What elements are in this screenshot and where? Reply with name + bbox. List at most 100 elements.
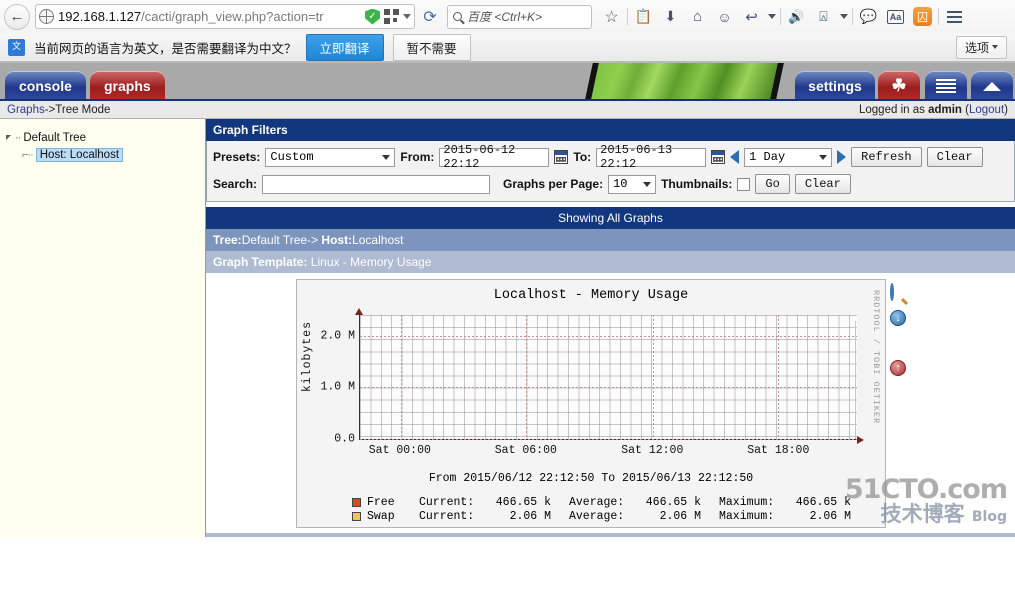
shield-check-icon[interactable]: [365, 8, 380, 25]
legend-current-label-swap: Current:: [419, 509, 475, 523]
comment-icon[interactable]: 💬: [855, 4, 882, 30]
to-date-input[interactable]: 2015-06-13 22:12: [596, 143, 707, 171]
go-button[interactable]: Go: [755, 174, 790, 194]
refresh-button[interactable]: Refresh: [851, 147, 922, 167]
expand-triangle-icon[interactable]: [6, 135, 11, 140]
legend-average-swap: 2.06 M: [659, 509, 701, 523]
export-csv-icon[interactable]: ↓: [890, 310, 908, 328]
legend-maximum-swap: 2.06 M: [809, 509, 851, 523]
cacti-logo-banner: [591, 63, 784, 99]
graph-filters-title: Graph Filters: [206, 119, 1015, 141]
screenshot-crop-icon[interactable]: ⍓: [810, 4, 837, 30]
url-dropdown-chevron-icon[interactable]: [403, 14, 411, 19]
menu-hamburger-icon[interactable]: [941, 4, 968, 30]
graphs-per-page-label: Graphs per Page:: [503, 177, 604, 191]
from-calendar-icon[interactable]: [554, 150, 569, 164]
tree-node-host-localhost[interactable]: ⌐·· Host: Localhost: [6, 146, 205, 163]
to-calendar-icon[interactable]: [711, 150, 726, 164]
undo-dropdown-chevron-icon[interactable]: [765, 4, 778, 30]
settings-button[interactable]: settings: [795, 71, 875, 99]
bookmark-star-icon[interactable]: ☆: [598, 4, 625, 30]
breadcrumb-current: Tree Mode: [55, 103, 111, 116]
legend-maximum-label-free: Maximum:: [719, 495, 775, 509]
search-box[interactable]: 百度 <Ctrl+K>: [447, 4, 592, 29]
graph-filters-box: Presets: Custom From: 2015-06-12 22:12 T…: [206, 141, 1015, 202]
logout-link[interactable]: Logout: [969, 104, 1004, 116]
tab-graphs-label: graphs: [104, 78, 151, 94]
legend-swatch-free: [352, 497, 361, 507]
from-date-input[interactable]: 2015-06-12 22:12: [439, 143, 550, 171]
y-tick-0: 0.0: [334, 432, 355, 446]
browser-navigation-toolbar: ← 192.168.1.127/cacti/graph_view.php?act…: [0, 0, 1015, 33]
gridline-major-x4: [778, 315, 780, 439]
tree-mode-button[interactable]: ☘: [878, 71, 920, 99]
presets-select[interactable]: Custom: [265, 147, 396, 167]
undo-arrow-icon[interactable]: ↩: [738, 4, 765, 30]
download-arrow-icon[interactable]: ⬇: [657, 4, 684, 30]
tree-sidebar: ·· Default Tree ⌐·· Host: Localhost: [0, 119, 206, 537]
tree-node-default-tree[interactable]: ·· Default Tree: [6, 129, 205, 146]
clear-filters-button[interactable]: Clear: [794, 174, 851, 194]
graph-settings-wrench-icon[interactable]: [890, 335, 908, 353]
translate-now-button[interactable]: 立即翻译: [305, 33, 384, 61]
timespan-select[interactable]: 1 Day: [744, 147, 833, 167]
screenshot-dropdown-chevron-icon[interactable]: [837, 4, 850, 30]
filters-row-1: Presets: Custom From: 2015-06-12 22:12 T…: [213, 143, 1008, 171]
clear-button[interactable]: Clear: [926, 147, 983, 167]
breadcrumb-graphs-link[interactable]: Graphs: [7, 104, 45, 116]
list-view-icon: [936, 79, 956, 93]
legend-average-free: 466.65 k: [645, 495, 701, 509]
chevron-down-icon: [992, 45, 998, 49]
zoom-graph-icon[interactable]: [890, 283, 908, 303]
gridline-major-x3: [652, 315, 654, 439]
previous-period-arrow-icon[interactable]: [730, 150, 740, 164]
reload-button[interactable]: ⟳: [419, 6, 441, 28]
search-input[interactable]: [262, 174, 491, 194]
next-period-arrow-icon[interactable]: [837, 150, 847, 164]
legend-row-free: Free Current: 466.65 k Average: 466.65 k…: [352, 495, 885, 509]
chat-bubble-icon[interactable]: ☺: [711, 4, 738, 30]
x-tick-4: Sat 18:00: [747, 444, 810, 457]
clipboard-icon[interactable]: 📋: [630, 4, 657, 30]
translate-message: 当前网页的语言为英文，是否需要翻译为中文？: [34, 40, 297, 56]
graph-plot-area: kilobytes 2.0 M 1.0 M 0.0 Sat 00:00 Sat …: [297, 308, 885, 457]
translate-notification-bar: 文 当前网页的语言为英文，是否需要翻译为中文？ 立即翻译 暂不需要 选项: [0, 33, 1015, 62]
tree-prefix: Tree:: [213, 233, 242, 247]
x-axis-arrow-icon: [857, 436, 864, 444]
main-panel: Graph Filters Presets: Custom From: 2015…: [206, 119, 1015, 537]
search-icon: [453, 12, 462, 21]
x-tick-2: Sat 06:00: [494, 444, 557, 457]
translate-options-button[interactable]: 选项: [955, 35, 1007, 59]
globe-icon: [38, 8, 54, 24]
graphs-per-page-value: 10: [613, 177, 628, 191]
tree-node-default-tree-label: Default Tree: [23, 131, 86, 144]
search-label: Search:: [213, 177, 258, 191]
from-label: From:: [400, 150, 435, 164]
font-size-icon[interactable]: Aa: [882, 4, 909, 30]
gridline-major-0: 0.0: [334, 433, 857, 446]
y-axis-arrow-icon: [355, 308, 363, 315]
page-content: ·· Default Tree ⌐·· Host: Localhost Grap…: [0, 119, 1015, 537]
graph-page-top-icon[interactable]: ↑: [890, 360, 908, 378]
x-tick-1: Sat 00:00: [368, 444, 431, 457]
list-view-button[interactable]: [925, 71, 967, 99]
graph-legend: Free Current: 466.65 k Average: 466.65 k…: [352, 495, 885, 523]
preview-mode-button[interactable]: [971, 71, 1013, 99]
tree-connector-icon: ··: [15, 131, 21, 144]
graph-image-memory-usage[interactable]: RRDTOOL / TOBI OETIKER Localhost - Memor…: [296, 279, 886, 528]
tab-graphs[interactable]: graphs: [90, 71, 165, 99]
tab-console[interactable]: console: [5, 71, 86, 99]
qr-code-icon[interactable]: [384, 9, 399, 24]
thumbnails-checkbox[interactable]: [737, 177, 751, 191]
url-bar[interactable]: 192.168.1.127/cacti/graph_view.php?actio…: [35, 4, 415, 29]
graph-template-band-1: Graph Template: Linux - Memory Usage: [206, 251, 1015, 273]
gridline-major-x1: [400, 315, 402, 439]
translate-icon: 文: [8, 38, 25, 56]
volume-icon[interactable]: 🔊: [783, 4, 810, 30]
legend-swatch-swap: [352, 511, 361, 521]
home-icon[interactable]: ⌂: [684, 4, 711, 30]
graphs-per-page-select[interactable]: 10: [608, 174, 657, 194]
translate-not-now-button[interactable]: 暂不需要: [392, 33, 471, 61]
sogou-icon[interactable]: 囚: [909, 4, 936, 30]
back-button[interactable]: ←: [4, 3, 30, 30]
